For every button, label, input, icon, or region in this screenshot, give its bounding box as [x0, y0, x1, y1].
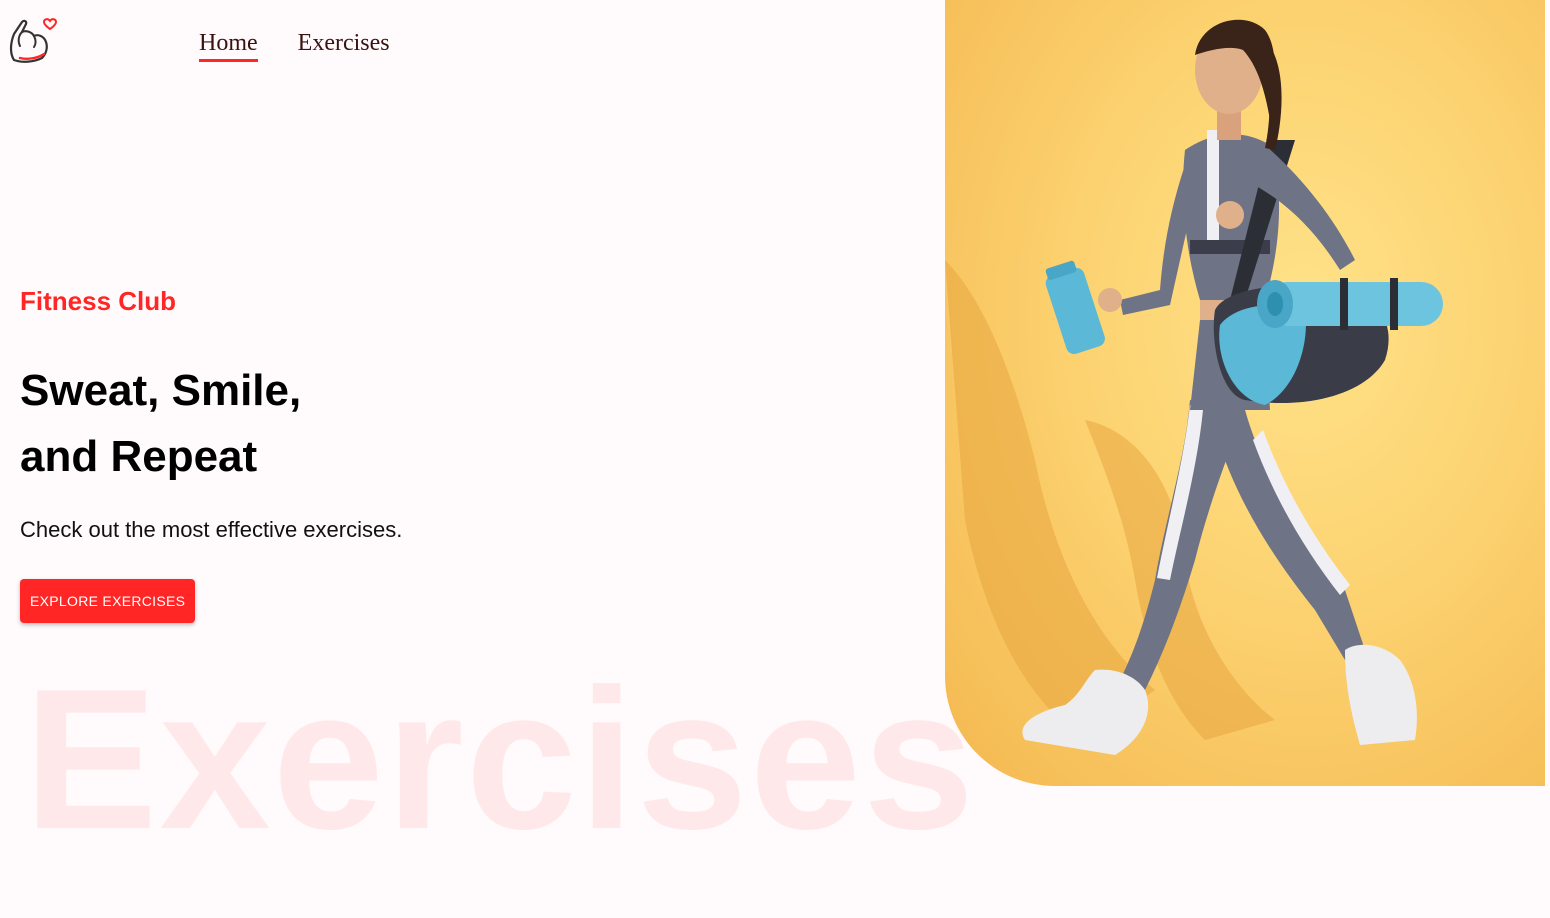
logo-flexed-arm-heart-icon[interactable] [8, 16, 60, 68]
nav-home-link[interactable]: Home [199, 28, 258, 62]
hero-watermark-text: Exercises [24, 648, 977, 871]
nav-exercises-link[interactable]: Exercises [298, 28, 390, 62]
hero-banner-image [945, 0, 1545, 786]
hero-headline-line-2: and Repeat [20, 432, 258, 481]
explore-exercises-button[interactable]: EXPLORE EXERCISES [20, 579, 196, 623]
hero-subtext: Check out the most effective exercises. [20, 517, 403, 542]
hero-text: Fitness Club Sweat, Smile, and Repeat Ch… [20, 282, 402, 623]
hero-tagline: Fitness Club [20, 286, 177, 316]
main-nav: Home Exercises [199, 28, 390, 62]
woman-walking-with-gym-bag-illustration [945, 19, 1443, 755]
hero-headline-line-1: Sweat, Smile, [20, 366, 302, 415]
hero-headline: Sweat, Smile, and Repeat [20, 358, 402, 490]
